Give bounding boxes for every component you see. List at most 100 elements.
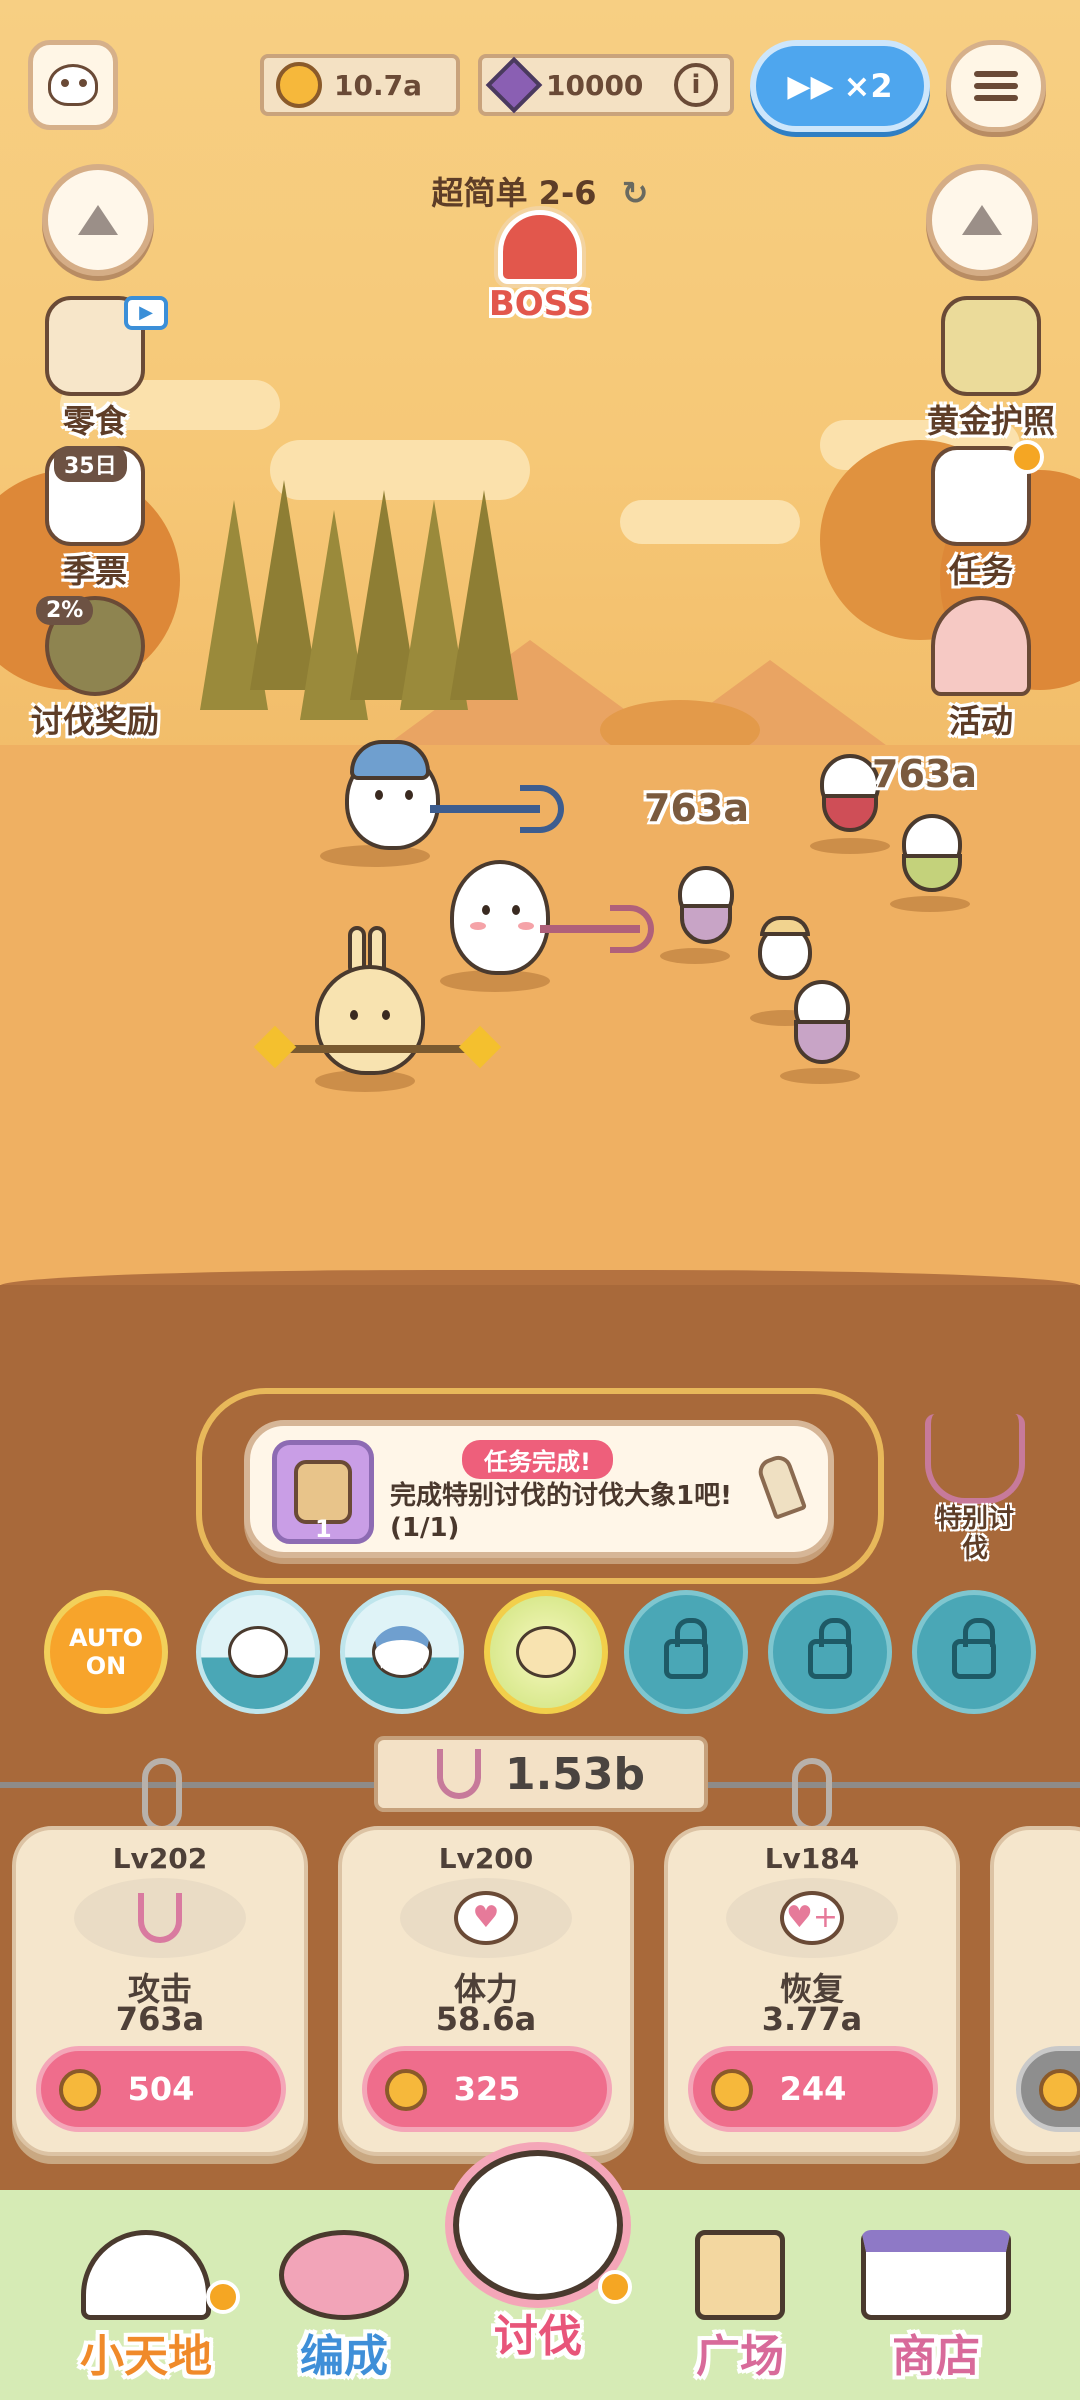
- refresh-icon[interactable]: ↻: [622, 174, 649, 212]
- damage-number: 763a: [644, 786, 749, 830]
- raid-reward-button[interactable]: 2% 讨伐奖励: [20, 596, 170, 742]
- collapse-right-button[interactable]: [926, 164, 1038, 276]
- mission-reward-count: 1: [315, 1515, 332, 1543]
- nav-shop[interactable]: 商店: [836, 2230, 1036, 2384]
- recovery-level: Lv184: [764, 1842, 860, 1875]
- trident-icon: [436, 1749, 481, 1799]
- auto-skill-toggle[interactable]: AUTO ON: [44, 1590, 168, 1714]
- triangle-up-icon: [962, 205, 1002, 235]
- tent-icon: [931, 596, 1031, 696]
- attack-value: 763a: [115, 2000, 205, 2038]
- attack-cost: 504: [127, 2070, 195, 2108]
- season-days-tag: 35日: [54, 446, 127, 482]
- nav-team-label: 编成: [300, 2331, 388, 2382]
- hachiware-face-icon: [372, 1626, 432, 1678]
- cloud: [620, 500, 800, 544]
- snack-label: 零食: [62, 402, 127, 440]
- signpost-icon: [695, 2230, 785, 2320]
- mission-text: 完成特别讨伐的讨伐大象1吧!(1/1): [390, 1481, 732, 1543]
- upgrade-card-attack: Lv202 攻击 763a 504: [12, 1826, 308, 2156]
- stamina-level: Lv200: [438, 1842, 534, 1875]
- speed-toggle-button[interactable]: ▶▶ ×2: [750, 40, 930, 132]
- collapse-left-button[interactable]: [42, 164, 154, 276]
- trident-icon: [925, 1414, 1025, 1504]
- snack-button[interactable]: ▶ 零食: [20, 296, 170, 442]
- coin-icon: [276, 62, 322, 108]
- fast-forward-icon: ▶▶: [787, 68, 834, 104]
- event-label: 活动: [948, 702, 1013, 740]
- event-button[interactable]: 活动: [906, 596, 1056, 742]
- skill-slot-hachiware[interactable]: [340, 1590, 464, 1714]
- ticket-icon: [941, 296, 1041, 396]
- stamina-upgrade-button[interactable]: 325: [362, 2046, 612, 2132]
- notification-dot: [598, 2270, 632, 2304]
- attack-level: Lv202: [112, 1842, 208, 1875]
- trident-icon: [74, 1878, 246, 1958]
- skill-slot-locked[interactable]: [768, 1590, 892, 1714]
- nav-raid[interactable]: 讨伐: [438, 2150, 638, 2364]
- recovery-upgrade-button[interactable]: 244: [688, 2046, 938, 2132]
- locked-upgrade-button[interactable]: [1016, 2046, 1080, 2132]
- coin-icon: [385, 2069, 427, 2111]
- damage-number: 763a: [872, 752, 977, 796]
- coin-counter: 10.7a: [260, 54, 460, 116]
- skill-slot-usagi[interactable]: [484, 1590, 608, 1714]
- info-icon[interactable]: i: [674, 63, 718, 107]
- lock-icon: [664, 1618, 708, 1679]
- raid-chiikawa-icon: [453, 2150, 623, 2300]
- speed-label: ×2: [843, 67, 893, 105]
- skill-slot-locked[interactable]: [624, 1590, 748, 1714]
- mission-banner[interactable]: 1 任务完成! 完成特别讨伐的讨伐大象1吧!(1/1): [244, 1420, 834, 1558]
- attack-upgrade-button[interactable]: 504: [36, 2046, 286, 2132]
- heart-plus-icon: ♥+: [726, 1878, 898, 1958]
- coin-icon: [59, 2069, 101, 2111]
- stamina-value: 58.6a: [435, 2000, 537, 2038]
- menu-button[interactable]: [946, 40, 1046, 132]
- chiikawa-face-icon: [228, 1626, 288, 1678]
- gem-counter: 10000 i: [478, 54, 734, 116]
- skill-slot-chiikawa[interactable]: [196, 1590, 320, 1714]
- mission-complete-badge: 任务完成!: [462, 1440, 613, 1479]
- boss-button[interactable]: BOSS: [480, 210, 600, 330]
- heart-icon: ♥: [400, 1878, 572, 1958]
- house-icon: [81, 2230, 211, 2320]
- auto-on-label: ON: [85, 1652, 127, 1680]
- golden-passport-button[interactable]: 黄金护照: [906, 296, 1076, 442]
- upgrade-card-partial: [990, 1826, 1080, 2156]
- recovery-value: 3.77a: [761, 2000, 863, 2038]
- gem-amount: 10000: [546, 68, 644, 102]
- cat-face-icon: [48, 64, 98, 106]
- stage-title: 超简单 2-6: [431, 174, 597, 212]
- nav-shop-label: 商店: [892, 2331, 980, 2382]
- season-pass-button[interactable]: 35日 季票: [20, 446, 170, 592]
- team-icon: [279, 2230, 409, 2320]
- siren-icon: [498, 210, 582, 284]
- gem-icon: [485, 56, 543, 114]
- nav-team[interactable]: 编成: [244, 2230, 444, 2384]
- mission-reward-icon: 1: [272, 1440, 374, 1544]
- pine-tree: [450, 490, 518, 700]
- coin-icon: [1039, 2069, 1080, 2111]
- stamina-cost: 325: [453, 2070, 521, 2108]
- nav-plaza[interactable]: 广场: [640, 2230, 840, 2384]
- notification-dot: [206, 2280, 240, 2314]
- skill-slot-locked[interactable]: [912, 1590, 1036, 1714]
- nav-home[interactable]: 小天地: [46, 2230, 246, 2384]
- boss-label: BOSS: [488, 284, 592, 324]
- profile-avatar-button[interactable]: [28, 40, 118, 130]
- season-pass-label: 季票: [62, 552, 127, 590]
- shop-icon: [861, 2230, 1011, 2320]
- raid-reward-percent: 2%: [36, 596, 94, 625]
- quest-button[interactable]: 任务: [906, 440, 1056, 592]
- recovery-cost: 244: [779, 2070, 847, 2108]
- nav-plaza-label: 广场: [696, 2331, 784, 2382]
- nav-raid-label: 讨伐: [494, 2311, 582, 2362]
- clip: [142, 1758, 182, 1832]
- triangle-up-icon: [78, 205, 118, 235]
- quest-label: 任务: [948, 552, 1013, 590]
- stage-title-row: 超简单 2-6 ↻: [400, 168, 680, 214]
- upgrade-card-stamina: Lv200 ♥ 体力 58.6a 325: [338, 1826, 634, 2156]
- coin-amount: 10.7a: [334, 68, 422, 102]
- special-raid-button[interactable]: 特别讨伐: [900, 1414, 1050, 1564]
- raid-reward-label: 讨伐奖励: [30, 702, 159, 740]
